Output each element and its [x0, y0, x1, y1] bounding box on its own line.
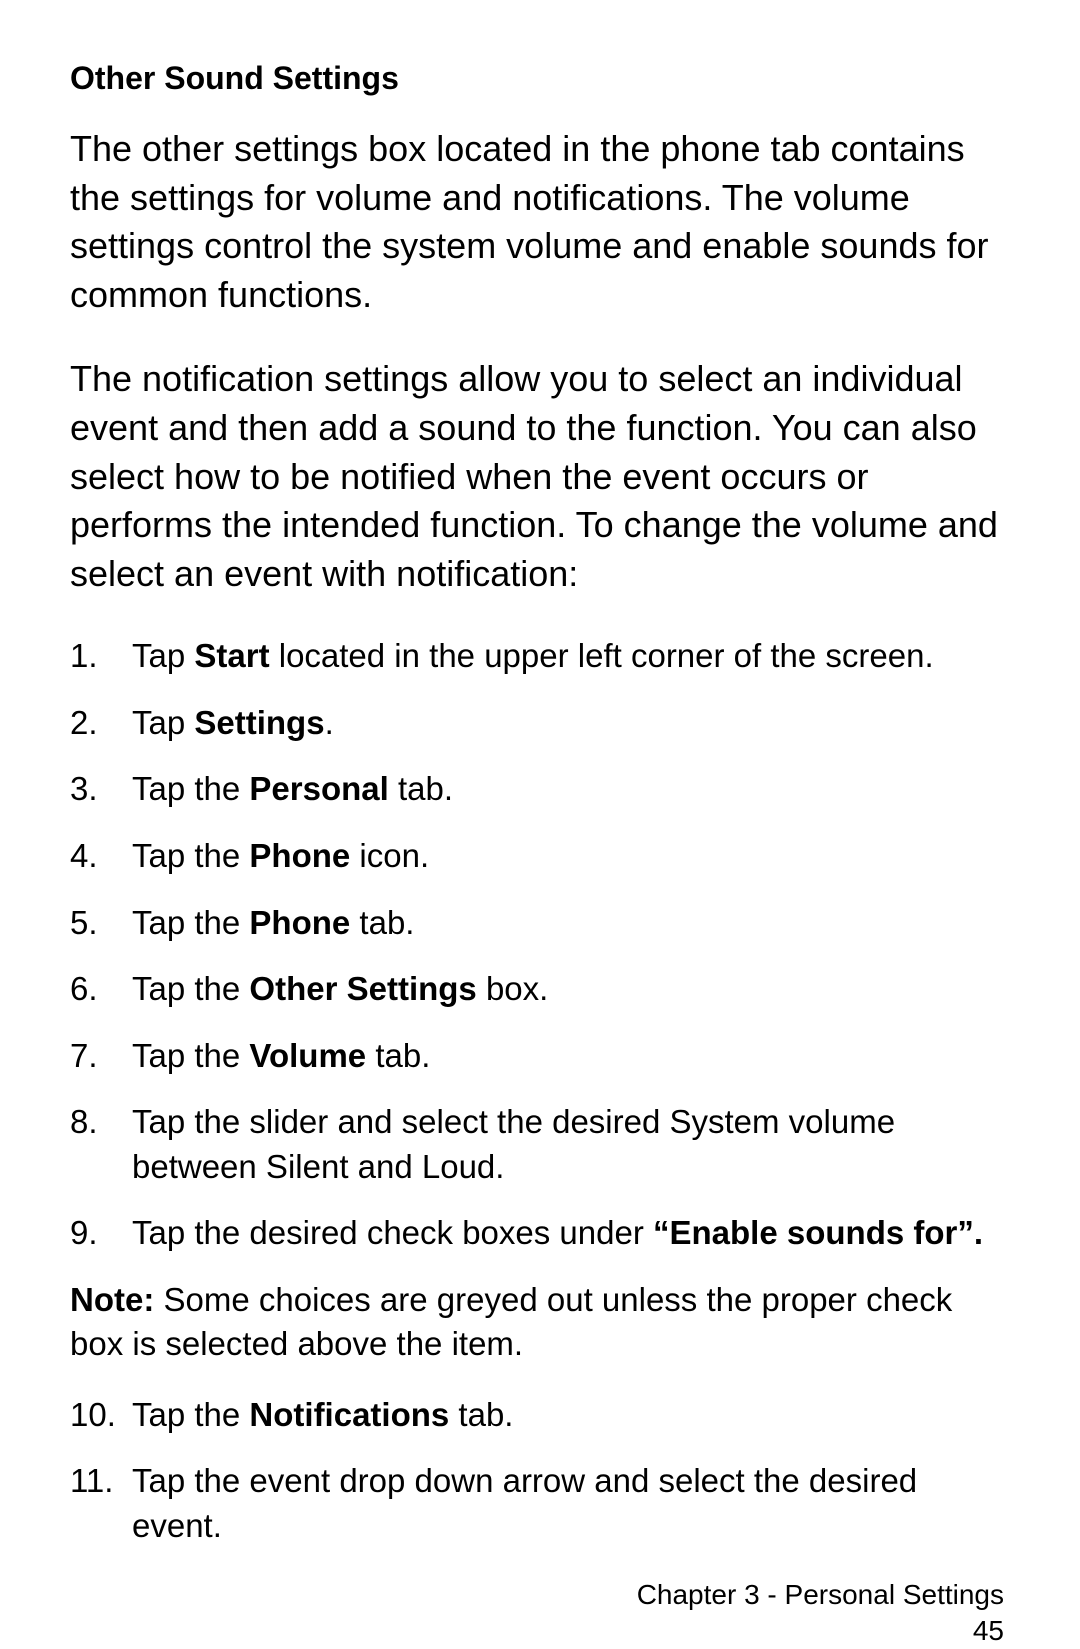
- step-5: 5. Tap the Phone tab.: [70, 901, 1010, 946]
- page-footer: Chapter 3 - Personal Settings 45: [70, 1577, 1010, 1649]
- step-text-after: tab.: [350, 904, 414, 941]
- step-6: 6. Tap the Other Settings box.: [70, 967, 1010, 1012]
- step-text-before: Tap the desired check boxes under: [132, 1214, 653, 1251]
- step-text-after: box.: [477, 970, 549, 1007]
- step-text-before: Tap the event drop down arrow and select…: [132, 1462, 917, 1544]
- step-text-after: tab.: [366, 1037, 430, 1074]
- note-text: Some choices are greyed out unless the p…: [70, 1281, 952, 1363]
- step-text: Tap the slider and select the desired Sy…: [132, 1100, 1010, 1189]
- step-number: 4.: [70, 834, 132, 879]
- step-text: Tap the Notifications tab.: [132, 1393, 1010, 1438]
- step-text: Tap the desired check boxes under “Enabl…: [132, 1211, 1010, 1256]
- step-text: Tap the event drop down arrow and select…: [132, 1459, 1010, 1548]
- step-text-bold: Volume: [249, 1037, 366, 1074]
- document-page: Other Sound Settings The other settings …: [0, 0, 1080, 1649]
- step-7: 7. Tap the Volume tab.: [70, 1034, 1010, 1079]
- step-text-bold: Start: [194, 637, 269, 674]
- step-number: 3.: [70, 767, 132, 812]
- step-number: 2.: [70, 701, 132, 746]
- body-paragraph-2: The notification settings allow you to s…: [70, 355, 1010, 598]
- step-text-bold: “Enable sounds for”.: [653, 1214, 983, 1251]
- step-text: Tap the Personal tab.: [132, 767, 1010, 812]
- step-4: 4. Tap the Phone icon.: [70, 834, 1010, 879]
- step-number: 5.: [70, 901, 132, 946]
- step-number: 10.: [70, 1393, 132, 1438]
- step-9: 9. Tap the desired check boxes under “En…: [70, 1211, 1010, 1256]
- step-text-before: Tap the: [132, 904, 249, 941]
- step-text-before: Tap the: [132, 1037, 249, 1074]
- step-text-before: Tap the: [132, 1396, 249, 1433]
- section-heading: Other Sound Settings: [70, 60, 1010, 97]
- step-text-after: tab.: [449, 1396, 513, 1433]
- step-text-after: icon.: [350, 837, 429, 874]
- step-10: 10. Tap the Notifications tab.: [70, 1393, 1010, 1438]
- step-1: 1. Tap Start located in the upper left c…: [70, 634, 1010, 679]
- step-text-bold: Notifications: [249, 1396, 449, 1433]
- step-text-bold: Phone: [249, 904, 350, 941]
- step-text-before: Tap: [132, 637, 194, 674]
- step-text: Tap Start located in the upper left corn…: [132, 634, 1010, 679]
- body-paragraph-1: The other settings box located in the ph…: [70, 125, 1010, 319]
- step-text-after: located in the upper left corner of the …: [270, 637, 934, 674]
- step-number: 9.: [70, 1211, 132, 1256]
- step-number: 11.: [70, 1459, 132, 1504]
- steps-list-continued: 10. Tap the Notifications tab. 11. Tap t…: [70, 1393, 1010, 1549]
- step-number: 7.: [70, 1034, 132, 1079]
- step-number: 8.: [70, 1100, 132, 1145]
- step-text: Tap Settings.: [132, 701, 1010, 746]
- step-3: 3. Tap the Personal tab.: [70, 767, 1010, 812]
- step-text-bold: Settings: [194, 704, 324, 741]
- step-text: Tap the Other Settings box.: [132, 967, 1010, 1012]
- step-text-before: Tap: [132, 704, 194, 741]
- note-label: Note:: [70, 1281, 164, 1318]
- footer-page-number: 45: [70, 1613, 1004, 1649]
- step-text: Tap the Phone icon.: [132, 834, 1010, 879]
- step-text-before: Tap the: [132, 837, 249, 874]
- note: Note: Some choices are greyed out unless…: [70, 1278, 1010, 1367]
- step-8: 8. Tap the slider and select the desired…: [70, 1100, 1010, 1189]
- step-number: 1.: [70, 634, 132, 679]
- footer-chapter: Chapter 3 - Personal Settings: [70, 1577, 1004, 1613]
- step-11: 11. Tap the event drop down arrow and se…: [70, 1459, 1010, 1548]
- steps-list: 1. Tap Start located in the upper left c…: [70, 634, 1010, 1255]
- step-text-bold: Phone: [249, 837, 350, 874]
- step-text-after: tab.: [389, 770, 453, 807]
- step-text-after: .: [325, 704, 334, 741]
- step-text-before: Tap the: [132, 770, 249, 807]
- step-number: 6.: [70, 967, 132, 1012]
- step-text-before: Tap the slider and select the desired Sy…: [132, 1103, 895, 1185]
- step-text-before: Tap the: [132, 970, 249, 1007]
- step-text-bold: Personal: [249, 770, 388, 807]
- step-text: Tap the Volume tab.: [132, 1034, 1010, 1079]
- step-2: 2. Tap Settings.: [70, 701, 1010, 746]
- step-text: Tap the Phone tab.: [132, 901, 1010, 946]
- step-text-bold: Other Settings: [249, 970, 476, 1007]
